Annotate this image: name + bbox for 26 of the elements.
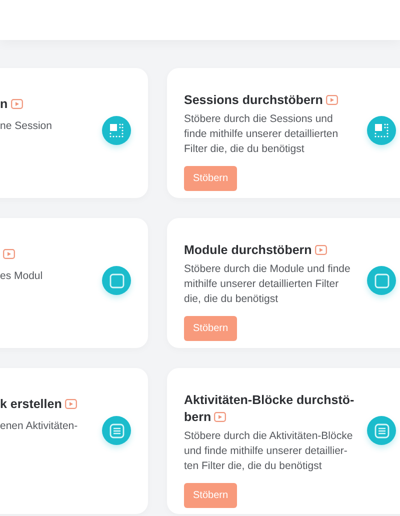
card-title: k erstellen bbox=[0, 397, 62, 411]
list-icon bbox=[108, 422, 124, 438]
card-description: enen Aktivitäten- bbox=[0, 419, 79, 434]
card-title: n bbox=[0, 97, 8, 111]
card-description: ne Session bbox=[0, 119, 53, 134]
play-icon[interactable] bbox=[3, 249, 15, 259]
browse-button[interactable]: Stöbern bbox=[184, 483, 238, 508]
browse-button[interactable]: Stöbern bbox=[184, 316, 238, 341]
browse-button[interactable]: Stöbern bbox=[184, 166, 238, 191]
card-description: es Modul bbox=[0, 269, 44, 284]
card-title: Module durchstöbern bbox=[184, 242, 356, 259]
play-icon[interactable] bbox=[314, 245, 327, 255]
square-icon bbox=[374, 272, 390, 288]
card-description: Stöbere durch die Sessions und finde mithilfe unserer detaillierten Filter die, die du benötigst bbox=[184, 112, 340, 157]
dotted-square-icon bbox=[374, 123, 389, 138]
play-icon[interactable] bbox=[326, 95, 338, 105]
dotted-square-icon bbox=[109, 123, 124, 138]
card-description: Stöbere durch die Module und finde mithilfe unserer detaillierten Filter die, die du benötigst bbox=[184, 262, 352, 307]
play-icon[interactable] bbox=[64, 399, 77, 409]
card-title: Sessions durchstöbern bbox=[184, 92, 356, 109]
card-title: Aktivitäten-Blöcke durchstö-bern bbox=[184, 392, 356, 426]
play-icon[interactable] bbox=[10, 99, 23, 109]
list-icon bbox=[374, 422, 390, 438]
square-icon bbox=[108, 272, 124, 288]
card-description: Stöbere durch die Aktivitäten-Blöcke und finde mithilfe unserer detaillier-ten Filter die, die du benötigst bbox=[184, 429, 354, 474]
play-icon[interactable] bbox=[214, 412, 226, 422]
